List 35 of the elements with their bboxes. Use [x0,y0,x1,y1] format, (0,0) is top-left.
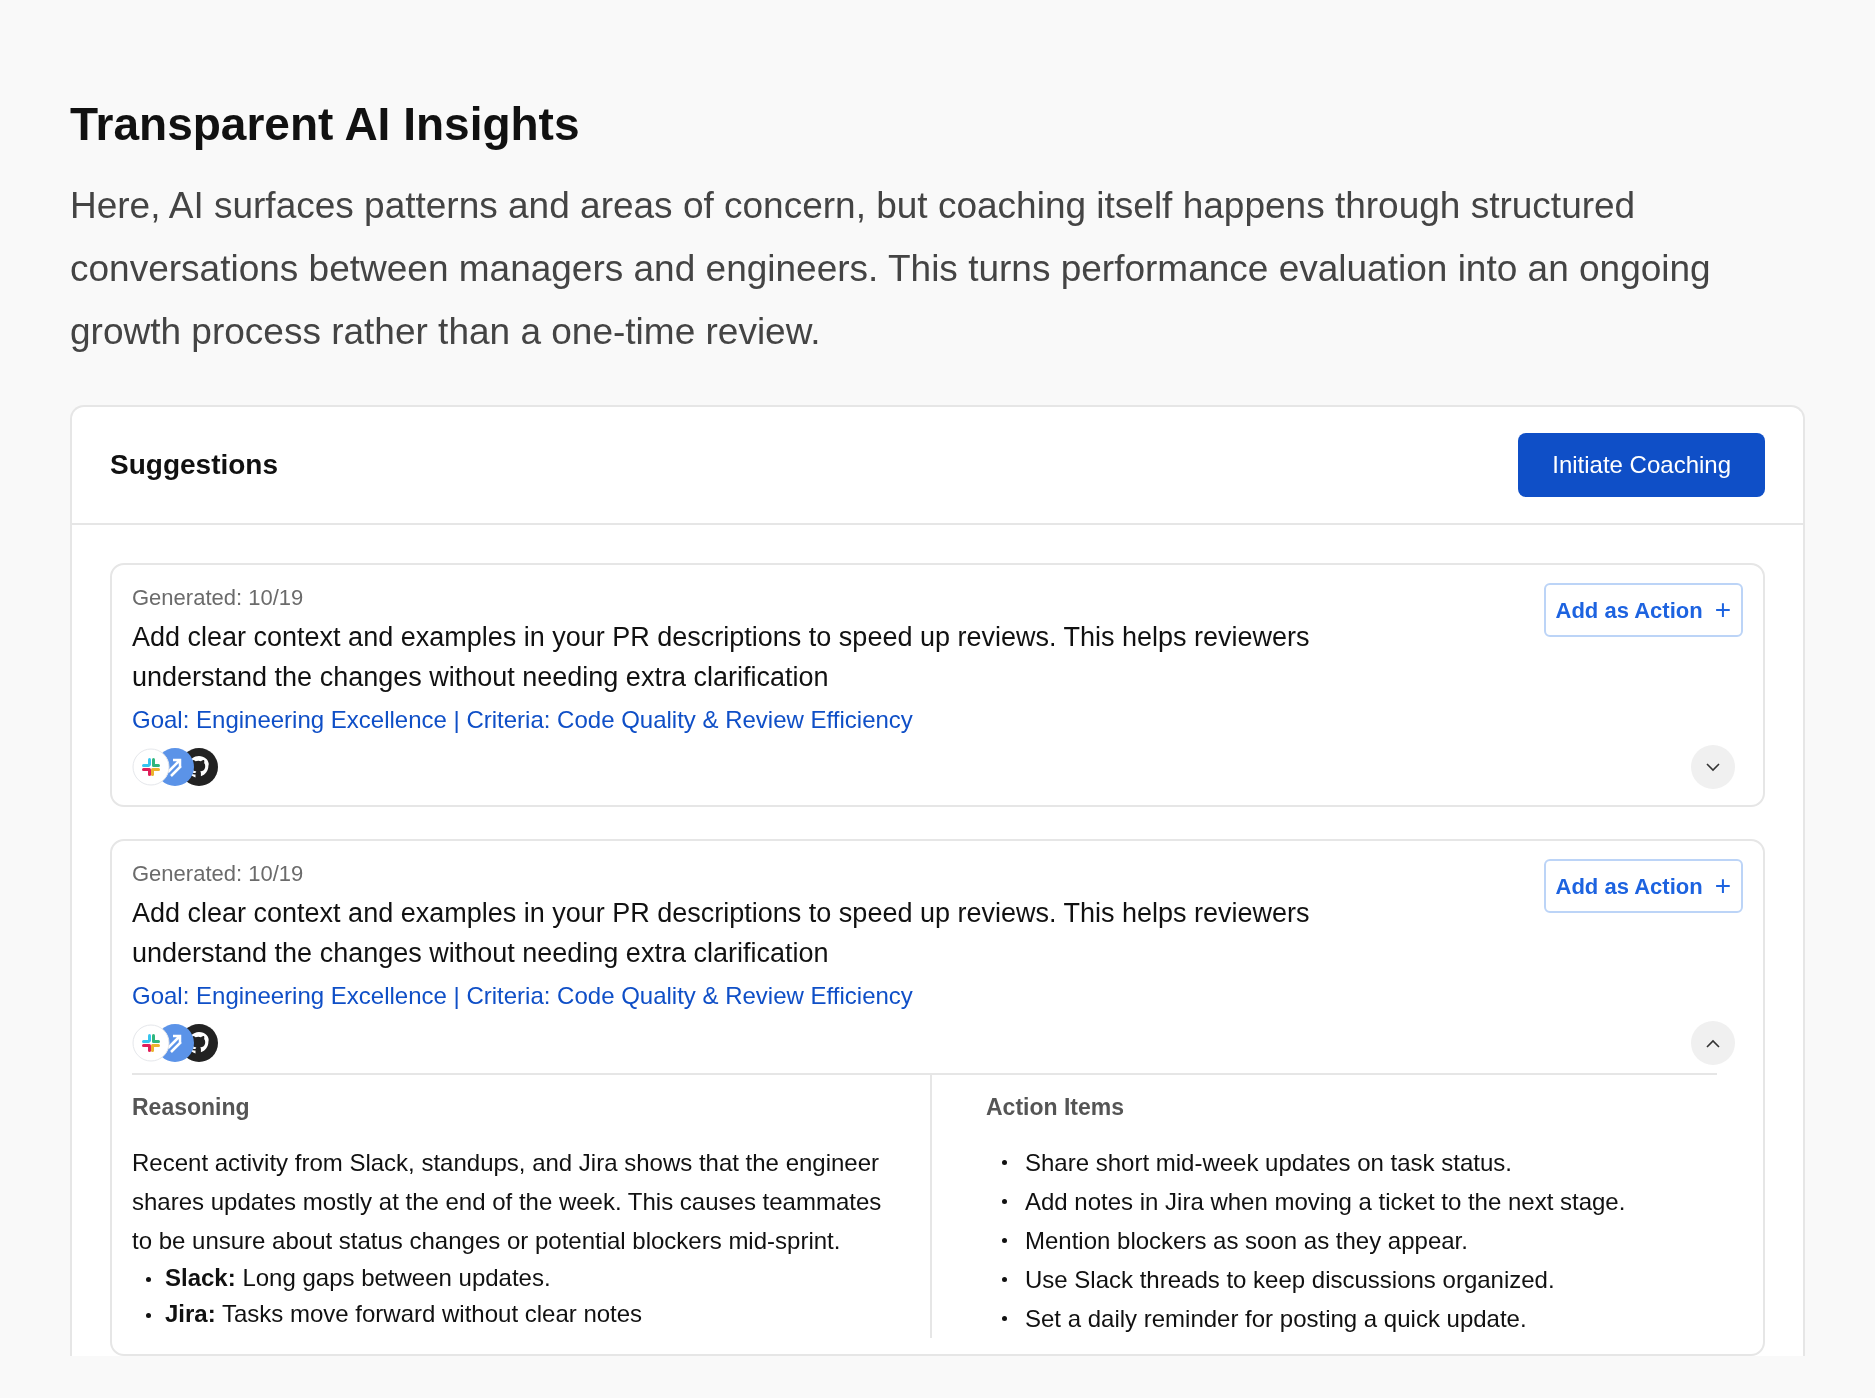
panel-title: Suggestions [110,448,278,482]
action-item: Use Slack threads to keep discussions organized. [1025,1265,1555,1295]
add-action-button[interactable]: Add as Action + [1543,859,1743,913]
chevron-up-icon [1706,1038,1720,1048]
action-item: Add notes in Jira when moving a ticket to the next stage. [1025,1187,1626,1217]
chevron-down-icon [1706,762,1720,772]
action-item: Mention blockers as soon as they appear. [1025,1226,1468,1256]
intro-paragraph: Here, AI surfaces patterns and areas of concern, but coaching itself happens through structured conversations between managers and engineers. This turns performance evaluation into an ongoing growth process rather than a one-time review. [70,184,1712,354]
reasoning-text: Recent activity from Slack, standups, and Jira shows that the engineer shares updates mostly at the end of the week. This causes teammates to be unsure about status changes or potential blockers mid-sprint. [132,1148,883,1256]
initiate-coaching-button[interactable]: Initiate Coaching [1518,433,1765,497]
expand-button[interactable] [1691,745,1735,789]
suggestion-text: Add clear context and examples in your PR descriptions to speed up reviews. This helps reviewers understand the changes without needing extra clarification [132,897,1311,970]
bullet-icon [1002,1277,1007,1282]
slack-icon [132,748,170,786]
reasoning-bullet: Jira: Tasks move forward without clear notes [165,1299,643,1329]
bullet-icon [1002,1316,1007,1321]
goal-link[interactable]: Goal: Engineering Excellence | Criteria: Code Quality & Review Efficiency [132,703,1392,737]
bullet-icon [1002,1238,1007,1243]
bullet-icon [1002,1199,1007,1204]
bullet-icon [146,1277,151,1282]
page-title: Transparent AI Insights [70,97,581,152]
generated-date: Generated: 10/19 [132,860,305,888]
collapse-button[interactable] [1691,1021,1735,1065]
section-heading: Action Items [986,1093,1126,1122]
add-action-button[interactable]: Add as Action + [1543,583,1743,637]
bullet-icon [146,1313,151,1318]
goal-link[interactable]: Goal: Engineering Excellence | Criteria: Code Quality & Review Efficiency [132,979,1392,1013]
action-item: Share short mid-week updates on task status. [1025,1148,1512,1178]
section-heading: Reasoning [132,1093,251,1122]
bullet-icon [1002,1160,1007,1165]
reasoning-bullet: Slack: Long gaps between updates. [165,1263,551,1293]
slack-icon [132,1024,170,1062]
action-item: Set a daily reminder for posting a quick update. [1025,1304,1527,1334]
suggestion-text: Add clear context and examples in your PR descriptions to speed up reviews. This helps reviewers understand the changes without needing extra clarification [132,621,1311,694]
generated-date: Generated: 10/19 [132,584,305,612]
